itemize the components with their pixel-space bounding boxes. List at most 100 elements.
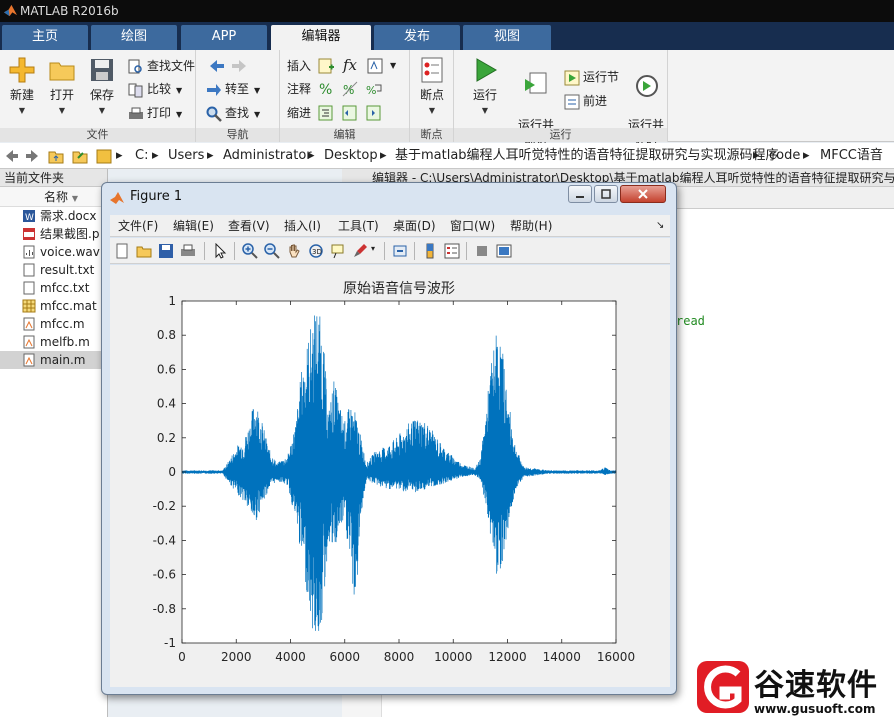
brush-icon[interactable] — [352, 243, 368, 259]
m-file-icon — [23, 353, 35, 367]
x-tick-label: 14000 — [543, 650, 581, 664]
forward-icon[interactable] — [24, 148, 40, 164]
tab-apps[interactable]: APP — [181, 25, 267, 50]
new-button[interactable]: 新建 ▼ — [2, 56, 42, 118]
new-plus-icon — [9, 57, 35, 83]
data-cursor-icon[interactable] — [330, 243, 346, 259]
find-files-button[interactable]: 查找文件 — [128, 56, 195, 76]
pan-hand-icon[interactable] — [286, 243, 302, 259]
tab-view[interactable]: 视图 — [463, 25, 551, 50]
indent-button[interactable]: 缩进 — [287, 103, 311, 123]
breadcrumb-mfcc[interactable]: MFCC语音 — [820, 143, 883, 169]
png-image-icon — [23, 228, 35, 240]
legend-icon[interactable] — [444, 243, 460, 259]
save-button[interactable]: 保存 ▼ — [82, 56, 122, 118]
open-button[interactable]: 打开 ▼ — [42, 56, 82, 118]
figure-canvas[interactable]: 原始语音信号波形 0 2000 4000 6000 8000 10000 12000 14000… — [110, 265, 670, 687]
insert-function-button[interactable]: fx — [343, 55, 357, 75]
file-item-voice-wav[interactable]: voice.wav — [0, 243, 107, 261]
menu-help[interactable]: 帮助(H) — [510, 215, 552, 237]
back-icon[interactable] — [4, 148, 20, 164]
breadcrumb-project[interactable]: 基于matlab编程人耳听觉特性的语音特征提取研究与实现源码程序 — [395, 143, 779, 169]
tab-publish[interactable]: 发布 — [374, 25, 460, 50]
tab-editor[interactable]: 编辑器 — [271, 25, 371, 50]
menu-dock-arrow-icon[interactable]: ↘ — [656, 215, 664, 237]
run-advance-icon — [525, 72, 547, 94]
increase-indent-icon[interactable] — [365, 104, 383, 122]
tab-home[interactable]: 主页 — [2, 25, 88, 50]
breadcrumb-code[interactable]: code — [769, 143, 800, 169]
file-item-mfcc-mat[interactable]: mfcc.mat — [0, 297, 107, 315]
save-figure-icon[interactable] — [158, 243, 174, 259]
uncomment-icon[interactable]: % — [341, 80, 359, 98]
breakpoints-button[interactable]: 断点 ▼ — [412, 56, 452, 118]
file-item-requirements[interactable]: W 需求.docx — [0, 207, 107, 225]
print-button[interactable]: 打印 ▼ — [128, 103, 182, 123]
smart-indent-icon[interactable] — [317, 104, 335, 122]
breadcrumb-c[interactable]: C: — [135, 143, 148, 169]
y-tick-label: 1 — [168, 294, 176, 308]
browse-folder-icon[interactable] — [72, 148, 88, 164]
file-item-screenshot[interactable]: 结果截图.p — [0, 225, 107, 243]
insert-button[interactable]: 插入 — [287, 56, 311, 76]
breakpoints-group: 断点 ▼ 断点 — [410, 50, 454, 142]
insert-section-icon[interactable] — [317, 57, 335, 75]
breadcrumb-administrator[interactable]: Administrator — [223, 143, 312, 169]
print-figure-icon[interactable] — [180, 243, 196, 259]
tab-plots[interactable]: 绘图 — [91, 25, 177, 50]
new-figure-icon[interactable] — [114, 243, 130, 259]
zoom-in-icon[interactable] — [242, 243, 258, 259]
run-button[interactable]: 运行 ▼ — [465, 56, 505, 118]
menu-window[interactable]: 窗口(W) — [450, 215, 495, 237]
editor-ribbon: 新建 ▼ 打开 ▼ 保存 ▼ 查找文件 比较 ▼ 打印 ▼ 文件 转至 ▼ 查找 ▼ 导航 — [0, 50, 894, 147]
colorbar-icon[interactable] — [422, 243, 438, 259]
open-file-icon[interactable] — [136, 243, 152, 259]
m-file-icon — [23, 335, 35, 349]
navigate-group-label: 导航 — [196, 128, 279, 142]
up-folder-icon[interactable] — [48, 148, 64, 164]
figure-window[interactable]: Figure 1 文件(F) 编辑(E) 查看(V) 插入(I) 工具(T) 桌… — [101, 182, 677, 695]
link-plot-icon[interactable] — [392, 243, 408, 259]
name-column-header[interactable]: 名称 ▼ — [0, 187, 107, 207]
breadcrumb-desktop[interactable]: Desktop — [324, 143, 378, 169]
navigate-group: 转至 ▼ 查找 ▼ 导航 — [196, 50, 280, 142]
menu-insert[interactable]: 插入(I) — [284, 215, 321, 237]
goto-button[interactable]: 转至 ▼ — [206, 79, 260, 99]
pointer-icon[interactable] — [212, 243, 228, 259]
breadcrumb-users[interactable]: Users — [168, 143, 204, 169]
menu-tools[interactable]: 工具(T) — [338, 215, 379, 237]
menu-view[interactable]: 查看(V) — [228, 215, 270, 237]
close-button[interactable] — [620, 185, 666, 203]
run-play-icon — [476, 58, 497, 82]
function-browser-icon[interactable] — [366, 57, 384, 75]
current-folder-address-bar[interactable]: ▸ C: ▸ Users ▸ Administrator ▸ Desktop ▸… — [0, 143, 894, 169]
code-fragment[interactable]: read — [676, 314, 705, 328]
decrease-indent-icon[interactable] — [341, 104, 359, 122]
file-item-melfb-m[interactable]: melfb.m — [0, 333, 107, 351]
advance-button[interactable]: 前进 — [564, 91, 607, 111]
rotate-3d-icon[interactable]: 3D — [308, 243, 324, 259]
maximize-button[interactable] — [594, 185, 618, 203]
menu-file[interactable]: 文件(F) — [118, 215, 158, 237]
file-item-main-m[interactable]: main.m — [0, 351, 107, 369]
app-title: MATLAB R2016b — [20, 4, 119, 18]
file-item-result-txt[interactable]: result.txt — [0, 261, 107, 279]
show-plot-tools-icon[interactable] — [496, 243, 512, 259]
compare-button[interactable]: 比较 ▼ — [128, 79, 182, 99]
minimize-button[interactable] — [568, 185, 592, 203]
find-button[interactable]: 查找 ▼ — [206, 103, 260, 123]
brush-dropdown-icon[interactable]: ▾ — [371, 244, 375, 253]
run-section-button[interactable]: 运行节 — [564, 67, 619, 87]
file-item-mfcc-txt[interactable]: mfcc.txt — [0, 279, 107, 297]
forward-arrow-icon[interactable] — [230, 57, 248, 75]
comment-percent-icon[interactable]: % — [317, 80, 335, 98]
insert-more-dropdown[interactable]: ▼ — [390, 56, 396, 76]
comment-button[interactable]: 注释 — [287, 79, 311, 99]
menu-edit[interactable]: 编辑(E) — [173, 215, 214, 237]
zoom-out-icon[interactable] — [264, 243, 280, 259]
hide-plot-tools-icon[interactable] — [474, 243, 490, 259]
back-arrow-icon[interactable] — [208, 57, 226, 75]
file-item-mfcc-m[interactable]: mfcc.m — [0, 315, 107, 333]
menu-desktop[interactable]: 桌面(D) — [393, 215, 436, 237]
wrap-comments-icon[interactable]: % — [365, 80, 383, 98]
